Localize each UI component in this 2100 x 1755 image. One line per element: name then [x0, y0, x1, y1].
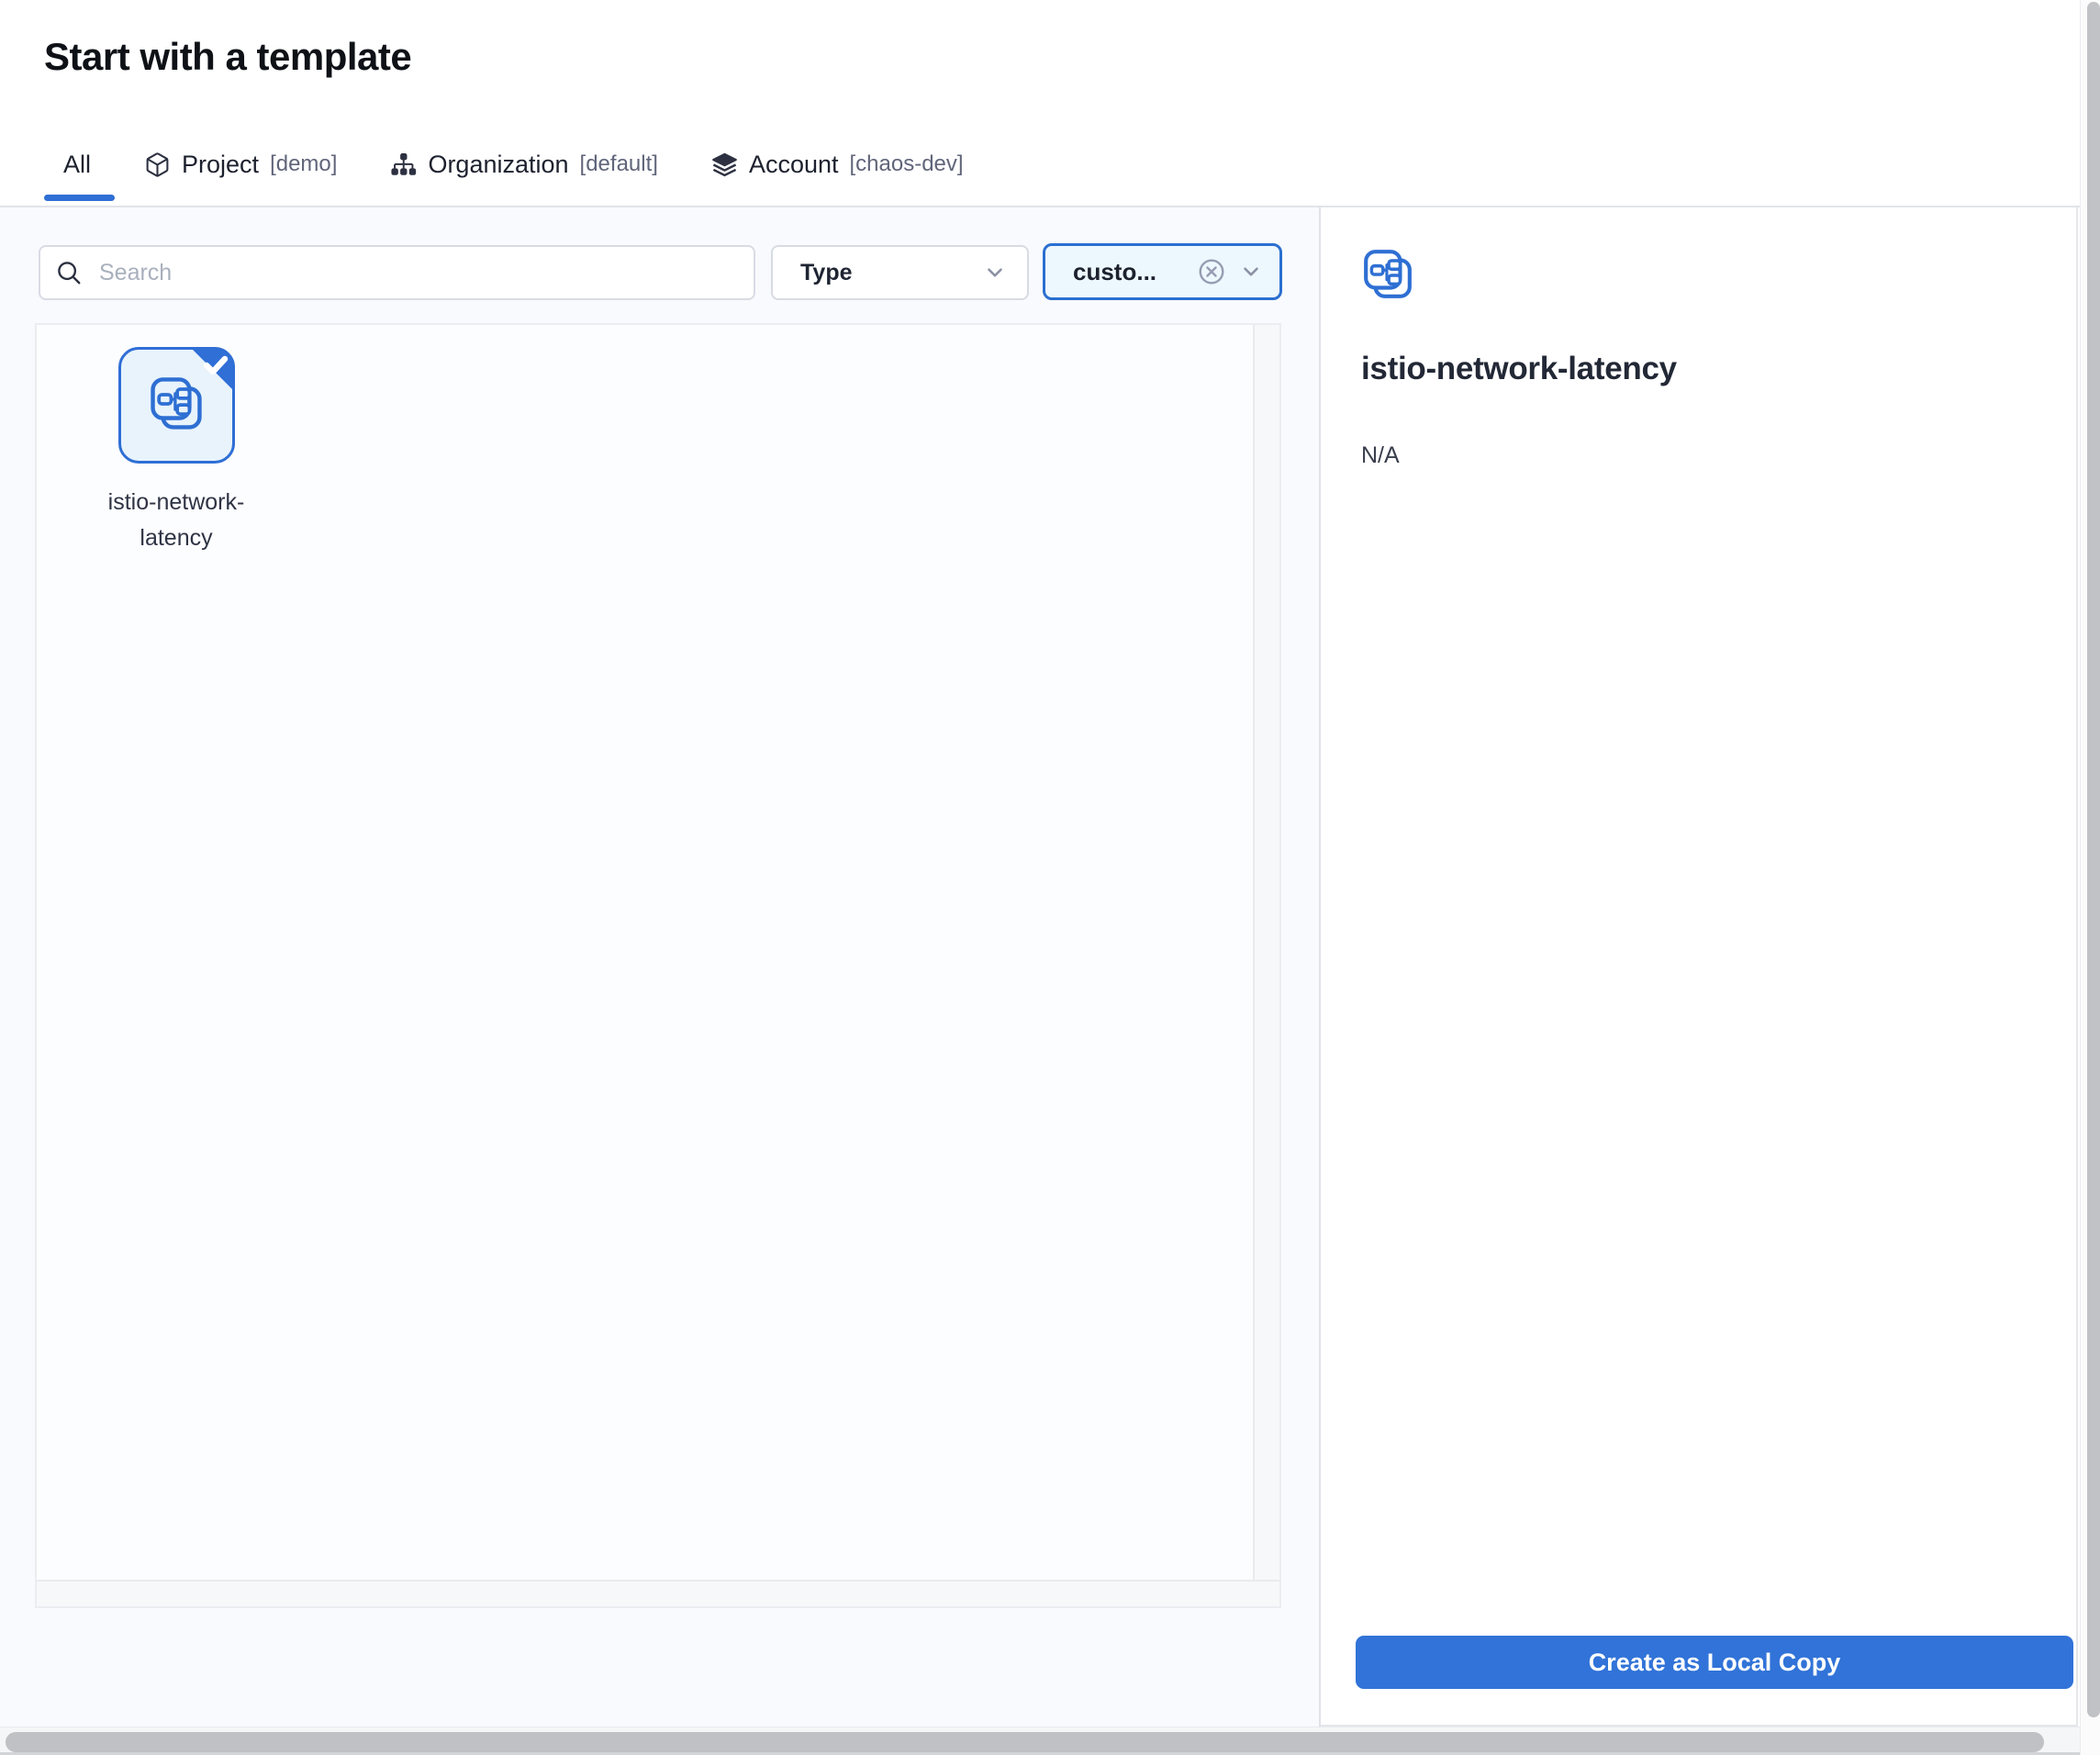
layers-icon [711, 151, 738, 178]
tab-organization[interactable]: Organization [default] [390, 151, 658, 179]
type-filter-dropdown[interactable]: Type [771, 245, 1029, 300]
workflow-template-icon [148, 375, 205, 432]
vertical-scrollbar-thumb[interactable] [2087, 2, 2100, 1717]
template-browser-panel: Type custo... [0, 207, 1319, 1727]
template-card-label: istio-network-latency [75, 485, 277, 556]
org-hierarchy-icon [390, 151, 417, 178]
tab-all[interactable]: All [63, 151, 91, 179]
template-card-istio-network-latency[interactable] [118, 347, 235, 464]
horizontal-scrollbar-thumb[interactable] [6, 1732, 2044, 1752]
tab-project-label: Project [182, 151, 259, 179]
search-input[interactable] [39, 245, 755, 300]
tab-account-scope: [chaos-dev] [850, 151, 964, 177]
tab-account[interactable]: Account [chaos-dev] [711, 151, 964, 179]
vertical-scrollbar-track [2080, 0, 2100, 1755]
chevron-down-icon [983, 261, 1007, 285]
tab-organization-label: Organization [428, 151, 568, 179]
cube-icon [144, 151, 171, 178]
tab-project-scope: [demo] [270, 151, 337, 177]
tag-filter-value: custo... [1073, 258, 1197, 286]
type-filter-label: Type [800, 260, 853, 286]
grid-vertical-scrollbar[interactable] [1253, 325, 1279, 1580]
page-title: Start with a template [44, 35, 411, 79]
tag-filter-dropdown[interactable]: custo... [1043, 243, 1282, 300]
active-tab-underline [44, 195, 115, 201]
template-detail-description: N/A [1361, 442, 1400, 469]
horizontal-scrollbar-track [0, 1727, 2100, 1755]
chevron-down-icon [1239, 260, 1263, 284]
template-detail-title: istio-network-latency [1361, 351, 1677, 387]
tab-account-label: Account [749, 151, 839, 179]
tab-all-label: All [63, 151, 91, 179]
create-local-copy-button[interactable]: Create as Local Copy [1356, 1636, 2073, 1689]
template-details-panel: istio-network-latency N/A Create as Loca… [1321, 207, 2078, 1727]
tab-organization-scope: [default] [580, 151, 658, 177]
grid-horizontal-scrollbar[interactable] [37, 1580, 1279, 1606]
tab-project[interactable]: Project [demo] [144, 151, 337, 179]
start-with-template-dialog: Start with a template All Project [demo] [0, 0, 2100, 1755]
template-grid: istio-network-latency [35, 323, 1281, 1608]
scope-tabs: All Project [demo] Organiz [63, 138, 964, 191]
workflow-template-icon [1361, 248, 1414, 301]
clear-filter-icon[interactable] [1197, 257, 1226, 286]
